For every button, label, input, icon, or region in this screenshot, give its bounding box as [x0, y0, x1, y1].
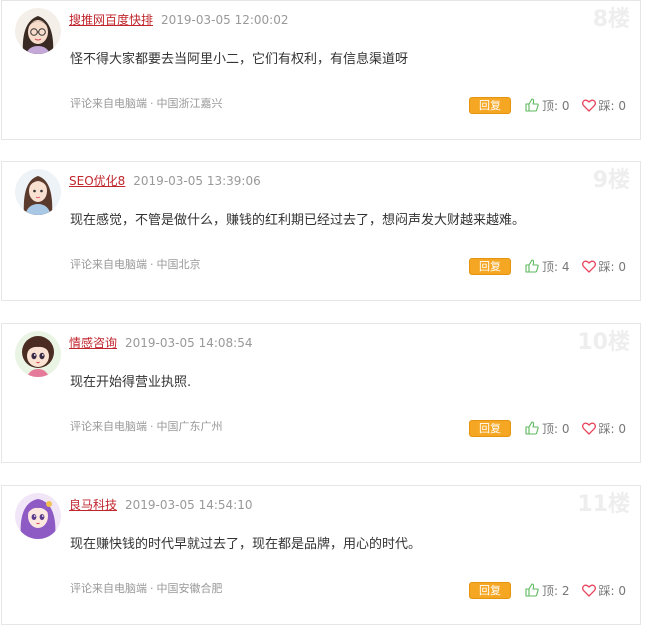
comment-meta: 评论来自电脑端 · 中国广东广州: [70, 420, 223, 434]
downvote-count: 踩: 0: [598, 421, 627, 436]
meta-separator: ·: [150, 258, 154, 271]
avatar[interactable]: [15, 8, 61, 54]
heart-icon: [581, 422, 596, 435]
comment-time: 2019-03-05 13:39:06: [133, 174, 261, 188]
heart-icon: [581, 260, 596, 273]
comment-meta: 评论来自电脑端 · 中国北京: [70, 258, 201, 272]
meta-separator: ·: [150, 97, 154, 110]
downvote-button[interactable]: 踩: 0: [581, 258, 627, 275]
heart-icon: [581, 99, 596, 112]
upvote-button[interactable]: 顶: 2: [525, 582, 570, 599]
comment-time: 2019-03-05 14:08:54: [125, 336, 253, 350]
comment-source: 评论来自电脑端: [70, 420, 147, 433]
floor-number: 9楼: [592, 168, 630, 193]
reply-button[interactable]: 回复: [469, 96, 511, 114]
floor-number: 11楼: [577, 492, 630, 517]
comment-card: 良马科技 2019-03-05 14:54:10 11楼 现在赚快钱的时代早就过去…: [1, 485, 641, 625]
downvote-button[interactable]: 踩: 0: [581, 97, 627, 114]
comment-header: 良马科技 2019-03-05 14:54:10: [69, 497, 252, 513]
username-link[interactable]: 良马科技: [69, 498, 117, 512]
downvote-count: 踩: 0: [598, 259, 627, 274]
comment-card: 情感咨询 2019-03-05 14:08:54 10楼 现在开始得营业执照. 评…: [1, 323, 641, 463]
downvote-count: 踩: 0: [598, 583, 627, 598]
upvote-count: 顶: 2: [542, 583, 570, 598]
comment-text: 现在赚快钱的时代早就过去了，现在都是品牌，用心的时代。: [70, 537, 422, 552]
reply-button[interactable]: 回复: [469, 419, 511, 437]
comment-location: 中国浙江嘉兴: [156, 97, 223, 110]
thumbs-up-icon: [525, 98, 539, 112]
avatar[interactable]: [15, 331, 61, 377]
upvote-button[interactable]: 顶: 0: [525, 97, 570, 114]
reply-button[interactable]: 回复: [469, 581, 511, 599]
upvote-count: 顶: 0: [542, 421, 570, 436]
comment-header: 情感咨询 2019-03-05 14:08:54: [69, 335, 252, 351]
username-link[interactable]: 搜推网百度快排: [69, 13, 153, 27]
avatar[interactable]: [15, 169, 61, 215]
thumbs-up-icon: [525, 259, 539, 273]
upvote-button[interactable]: 顶: 4: [525, 258, 570, 275]
upvote-count: 顶: 0: [542, 98, 570, 113]
comment-text: 现在感觉，不管是做什么，赚钱的红利期已经过去了，想闷声发大财越来越难。: [70, 213, 526, 228]
heart-icon: [581, 584, 596, 597]
username-link[interactable]: SEO优化8: [69, 174, 125, 188]
comment-header: SEO优化8 2019-03-05 13:39:06: [69, 173, 261, 189]
meta-separator: ·: [150, 582, 154, 595]
downvote-count: 踩: 0: [598, 98, 627, 113]
comment-source: 评论来自电脑端: [70, 258, 147, 271]
comment-text: 怪不得大家都要去当阿里小二，它们有权利，有信息渠道呀: [70, 52, 409, 67]
downvote-button[interactable]: 踩: 0: [581, 582, 627, 599]
comment-source: 评论来自电脑端: [70, 582, 147, 595]
meta-separator: ·: [150, 420, 154, 433]
comment-source: 评论来自电脑端: [70, 97, 147, 110]
comment-actions: 回复 顶: 0 踩: 0: [469, 96, 626, 114]
comment-actions: 回复 顶: 2 踩: 0: [469, 581, 626, 599]
comment-meta: 评论来自电脑端 · 中国安徽合肥: [70, 582, 223, 596]
comment-time: 2019-03-05 14:54:10: [125, 498, 253, 512]
username-link[interactable]: 情感咨询: [69, 336, 117, 350]
comment-location: 中国安徽合肥: [156, 582, 223, 595]
comment-header: 搜推网百度快排 2019-03-05 12:00:02: [69, 12, 288, 28]
comment-meta: 评论来自电脑端 · 中国浙江嘉兴: [70, 97, 223, 111]
comment-actions: 回复 顶: 0 踩: 0: [469, 419, 626, 437]
comment-location: 中国北京: [156, 258, 201, 271]
comment-card: 搜推网百度快排 2019-03-05 12:00:02 8楼 怪不得大家都要去当阿…: [1, 0, 641, 140]
comment-text: 现在开始得营业执照.: [70, 375, 192, 390]
comment-actions: 回复 顶: 4 踩: 0: [469, 257, 626, 275]
thumbs-up-icon: [525, 583, 539, 597]
avatar[interactable]: [15, 493, 61, 539]
reply-button[interactable]: 回复: [469, 257, 511, 275]
comment-time: 2019-03-05 12:00:02: [161, 13, 289, 27]
upvote-button[interactable]: 顶: 0: [525, 420, 570, 437]
floor-number: 8楼: [592, 7, 630, 32]
thumbs-up-icon: [525, 421, 539, 435]
comment-location: 中国广东广州: [156, 420, 223, 433]
comment-card: SEO优化8 2019-03-05 13:39:06 9楼 现在感觉，不管是做什么…: [1, 161, 641, 301]
floor-number: 10楼: [577, 330, 630, 355]
downvote-button[interactable]: 踩: 0: [581, 420, 627, 437]
upvote-count: 顶: 4: [542, 259, 570, 274]
